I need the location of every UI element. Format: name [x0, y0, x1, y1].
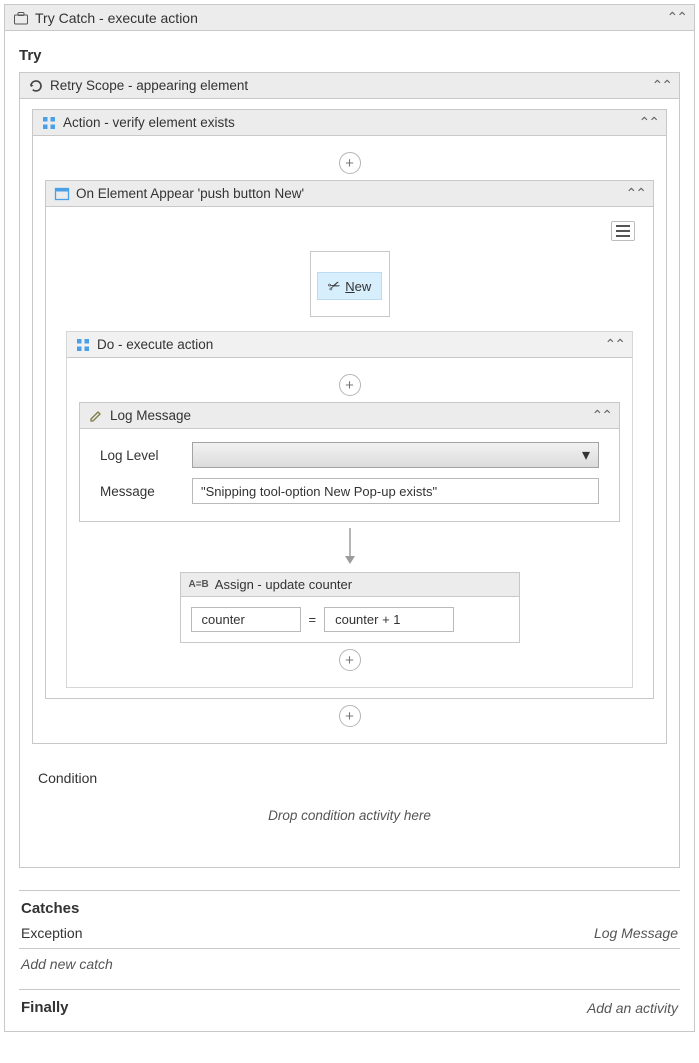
assign-body: counter = counter + 1	[181, 597, 519, 642]
log-message-title: Log Message	[110, 408, 191, 423]
add-activity-button[interactable]: +	[339, 649, 361, 671]
do-body: + Log Message	[67, 358, 632, 687]
catches-label: Catches	[21, 900, 79, 917]
options-menu-button[interactable]	[611, 221, 635, 241]
log-level-select[interactable]: ▾	[192, 442, 599, 468]
briefcase-icon	[13, 10, 29, 26]
exception-type: Exception	[21, 925, 82, 941]
collapse-icon[interactable]	[592, 407, 611, 424]
action-activity[interactable]: Action - verify element exists +	[32, 109, 667, 744]
separator	[19, 948, 680, 949]
caret-down-icon: ▾	[582, 445, 590, 465]
condition-dropzone[interactable]: Drop condition activity here	[32, 808, 667, 823]
collapse-icon[interactable]	[626, 185, 645, 202]
collapse-icon[interactable]	[605, 336, 624, 353]
sequence-icon	[75, 337, 91, 353]
action-header[interactable]: Action - verify element exists	[33, 110, 666, 136]
collapse-icon[interactable]	[652, 77, 671, 94]
exception-handler: Log Message	[594, 925, 678, 941]
sequence-icon	[41, 115, 57, 131]
assign-value-input[interactable]: counter + 1	[324, 607, 454, 632]
separator	[19, 989, 680, 990]
collapse-icon[interactable]	[667, 9, 686, 26]
add-activity-button[interactable]: +	[339, 374, 361, 396]
try-catch-header[interactable]: Try Catch - execute action	[5, 5, 694, 31]
on-element-appear-header[interactable]: On Element Appear 'push button New'	[46, 181, 653, 207]
add-activity-button[interactable]: +	[339, 152, 361, 174]
do-title: Do - execute action	[97, 337, 213, 352]
retry-scope-title: Retry Scope - appearing element	[50, 78, 248, 93]
equals-label: =	[309, 612, 317, 627]
add-activity-link[interactable]: Add an activity	[587, 1000, 678, 1016]
finally-label: Finally	[21, 999, 69, 1016]
preview-label-first-letter: N	[345, 279, 354, 294]
message-label: Message	[100, 484, 180, 499]
add-activity-button[interactable]: +	[339, 705, 361, 727]
on-element-appear-title: On Element Appear 'push button New'	[76, 186, 304, 201]
do-header[interactable]: Do - execute action	[67, 332, 632, 358]
action-title: Action - verify element exists	[63, 115, 235, 130]
selector-preview[interactable]: ✂ New	[310, 251, 390, 317]
assign-header[interactable]: A=B Assign - update counter	[181, 573, 519, 597]
assign-activity[interactable]: A=B Assign - update counter counter	[180, 572, 520, 643]
try-catch-body: Try Retry Scope - appearing element	[5, 31, 694, 1031]
retry-scope-body: Action - verify element exists +	[20, 99, 679, 867]
flow-arrow	[79, 528, 620, 566]
preview-label-rest: ew	[355, 279, 372, 294]
log-message-activity[interactable]: Log Message Log Level	[79, 402, 620, 522]
finally-row[interactable]: Finally Add an activity	[19, 994, 680, 1021]
snip-new-button: ✂ New	[317, 272, 383, 300]
message-value: "Snipping tool-option New Pop-up exists"	[201, 484, 437, 499]
try-catch-title: Try Catch - execute action	[35, 10, 198, 26]
retry-scope-activity[interactable]: Retry Scope - appearing element Action -…	[19, 72, 680, 868]
add-new-catch[interactable]: Add new catch	[21, 956, 113, 972]
log-level-label: Log Level	[100, 448, 180, 463]
message-input[interactable]: "Snipping tool-option New Pop-up exists"	[192, 478, 599, 504]
assign-to-input[interactable]: counter	[191, 607, 301, 632]
scissors-icon: ✂	[325, 275, 343, 296]
edit-icon	[88, 408, 104, 424]
catch-row[interactable]: Exception Log Message	[19, 922, 680, 944]
collapse-icon[interactable]	[639, 114, 658, 131]
log-message-header[interactable]: Log Message	[80, 403, 619, 429]
separator	[19, 890, 680, 891]
retry-scope-header[interactable]: Retry Scope - appearing element	[20, 73, 679, 99]
try-catch-activity: Try Catch - execute action Try Retry Sco…	[4, 4, 695, 1032]
try-label: Try	[19, 47, 680, 64]
on-element-appear-body: ✂ New	[46, 207, 653, 698]
assign-icon: A=B	[189, 579, 209, 590]
do-activity[interactable]: Do - execute action +	[66, 331, 633, 688]
log-message-body: Log Level ▾ Message	[80, 429, 619, 521]
window-icon	[54, 186, 70, 202]
retry-icon	[28, 78, 44, 94]
condition-label: Condition	[38, 770, 667, 786]
action-body: + On Element Appear 'push button New'	[33, 136, 666, 743]
assign-title: Assign - update counter	[215, 577, 352, 592]
on-element-appear-activity[interactable]: On Element Appear 'push button New'	[45, 180, 654, 699]
